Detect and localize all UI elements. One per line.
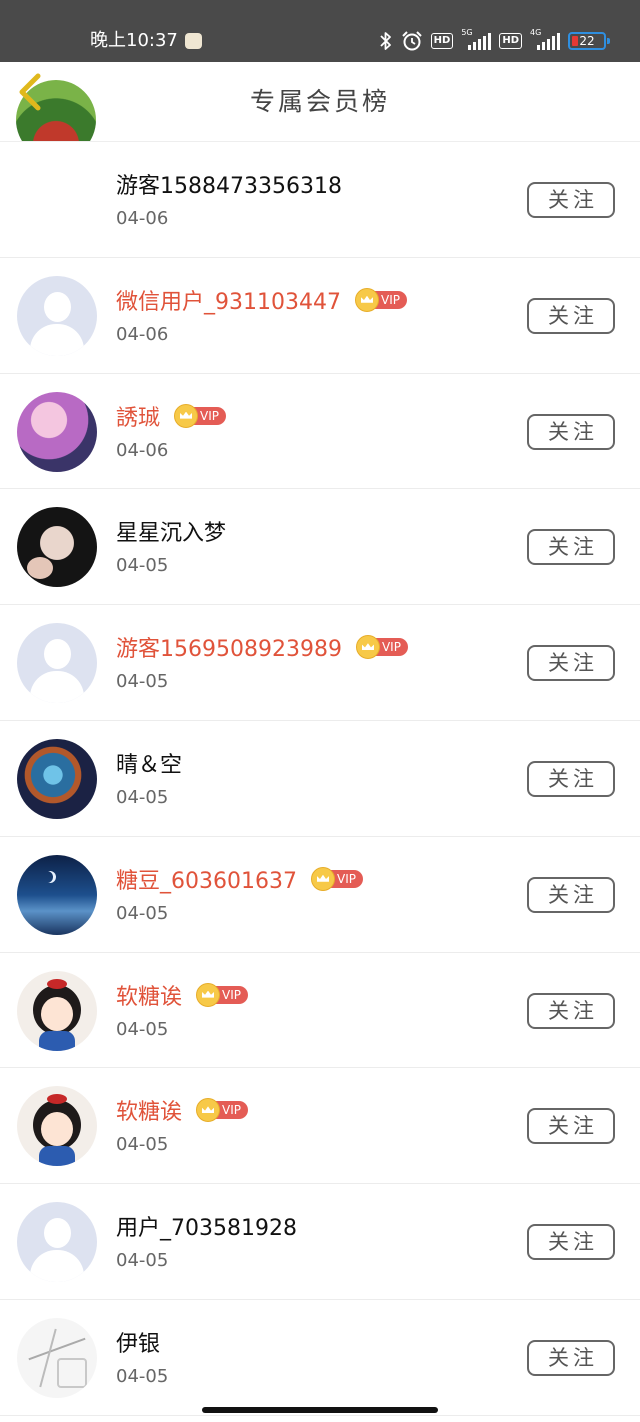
member-name-line: 誘珹 VIP [116,400,227,432]
page-title: 专属会员榜 [249,87,390,116]
alarm-icon [401,31,422,51]
member-name-line: 游客1569508923989 VIP [116,631,408,663]
member-row[interactable]: 用户_703581928 04-05 关注 [0,1184,640,1300]
member-row[interactable]: 伊银 04-05 关注 [0,1300,640,1416]
follow-button[interactable]: 关注 [527,413,615,450]
follow-button[interactable]: 关注 [527,1108,615,1145]
member-row[interactable]: 游客1569508923989 VIP 04-05 关注 [0,605,640,721]
follow-button[interactable]: 关注 [527,876,615,913]
avatar[interactable] [17,391,97,472]
member-row[interactable]: 游客1588473356318 04-06 关注 [0,142,640,258]
follow-button[interactable]: 关注 [527,1339,615,1376]
notification-icon [185,33,202,49]
page-header: 专属会员榜 [0,62,640,142]
follow-button[interactable]: 关注 [527,760,615,797]
avatar[interactable] [17,160,97,240]
avatar[interactable] [17,970,97,1051]
hd-icon-2: HD [499,33,522,49]
member-name-line: 微信用户_931103447 VIP [116,284,407,316]
follow-button[interactable]: 关注 [527,645,615,682]
member-row[interactable]: 软糖诶 VIP 04-05 关注 [0,953,640,1069]
member-row[interactable]: 糖豆_603601637 VIP 04-05 关注 [0,837,640,953]
member-date: 04-05 [116,1250,169,1272]
vip-badge: VIP [355,635,408,660]
hd-icon: HD [430,33,454,49]
follow-button[interactable]: 关注 [527,992,615,1029]
member-name: 游客1588473356318 [116,174,342,199]
avatar[interactable] [17,1317,97,1398]
member-row[interactable]: 微信用户_931103447 VIP 04-06 关注 [0,258,640,374]
signal-icon: 5G [461,28,492,52]
member-date: 04-06 [116,323,169,345]
member-date: 04-06 [116,439,169,461]
member-date: 04-05 [116,902,169,924]
member-name-line: 软糖诶 VIP [116,979,249,1011]
member-name: 用户_703581928 [116,1216,297,1242]
member-row[interactable]: 星星沉入梦 04-05 关注 [0,489,640,606]
status-bar: 晚上10:37 HD 5G HD 4G 22 [0,0,640,62]
battery-icon: 22 [568,32,610,50]
member-name: 星星沉入梦 [116,521,227,547]
member-name-line: 伊银 [116,1326,160,1358]
member-name-line: 软糖诶 VIP [116,1094,249,1126]
home-indicator[interactable] [202,1407,438,1413]
crown-icon [174,403,199,428]
member-name: 微信用户_931103447 [116,289,341,315]
vip-badge: VIP [310,866,363,891]
crown-icon [354,287,379,312]
member-name: 晴＆空 [116,752,183,778]
member-name: 伊银 [116,1331,161,1357]
follow-button[interactable]: 关注 [527,1224,615,1261]
member-name: 软糖诶 [116,1100,183,1126]
member-name: 游客1569508923989 [116,637,342,663]
member-name-line: 游客1588473356318 [116,168,342,200]
member-date: 04-05 [116,671,169,693]
member-date: 04-05 [116,786,169,808]
follow-button[interactable]: 关注 [527,529,615,566]
avatar[interactable] [17,1202,97,1283]
signal-icon-2: 4G [530,28,560,52]
member-list: 游客1588473356318 04-06 关注 微信用户_931103447 VIP 0… [0,142,640,1416]
avatar[interactable] [17,854,97,935]
battery-level: 22 [579,34,595,48]
member-date: 04-05 [116,555,169,577]
bluetooth-icon [380,32,391,50]
avatar[interactable] [17,623,97,704]
crown-icon [355,635,380,660]
member-name-line: 星星沉入梦 [116,515,226,547]
member-date: 04-05 [116,1134,169,1156]
status-icons: HD 5G HD 4G 22 [379,28,610,54]
avatar[interactable] [17,507,97,588]
member-name-line: 用户_703581928 [116,1210,297,1242]
member-date: 04-05 [116,1365,169,1387]
status-time: 晚上10:37 [90,30,178,51]
avatar[interactable] [17,275,97,356]
crown-icon [196,982,221,1007]
follow-button[interactable]: 关注 [527,182,615,218]
member-name: 糖豆_603601637 [116,868,297,894]
member-name: 软糖诶 [116,984,183,1010]
member-date: 04-06 [116,208,169,229]
member-row[interactable]: 誘珹 VIP 04-06 关注 [0,374,640,490]
vip-badge: VIP [196,982,249,1007]
vip-badge: VIP [174,403,227,428]
member-name-line: 糖豆_603601637 VIP [116,863,363,895]
follow-button[interactable]: 关注 [527,297,615,334]
member-date: 04-05 [116,1018,169,1040]
crown-icon [310,866,335,891]
vip-badge: VIP [354,287,407,312]
avatar[interactable] [17,738,97,819]
member-name-line: 晴＆空 [116,747,182,779]
member-row[interactable]: 软糖诶 VIP 04-05 关注 [0,1068,640,1185]
avatar[interactable] [17,1086,97,1167]
vip-badge: VIP [196,1098,249,1123]
member-name: 誘珹 [116,405,161,431]
member-row[interactable]: 晴＆空 04-05 关注 [0,721,640,837]
